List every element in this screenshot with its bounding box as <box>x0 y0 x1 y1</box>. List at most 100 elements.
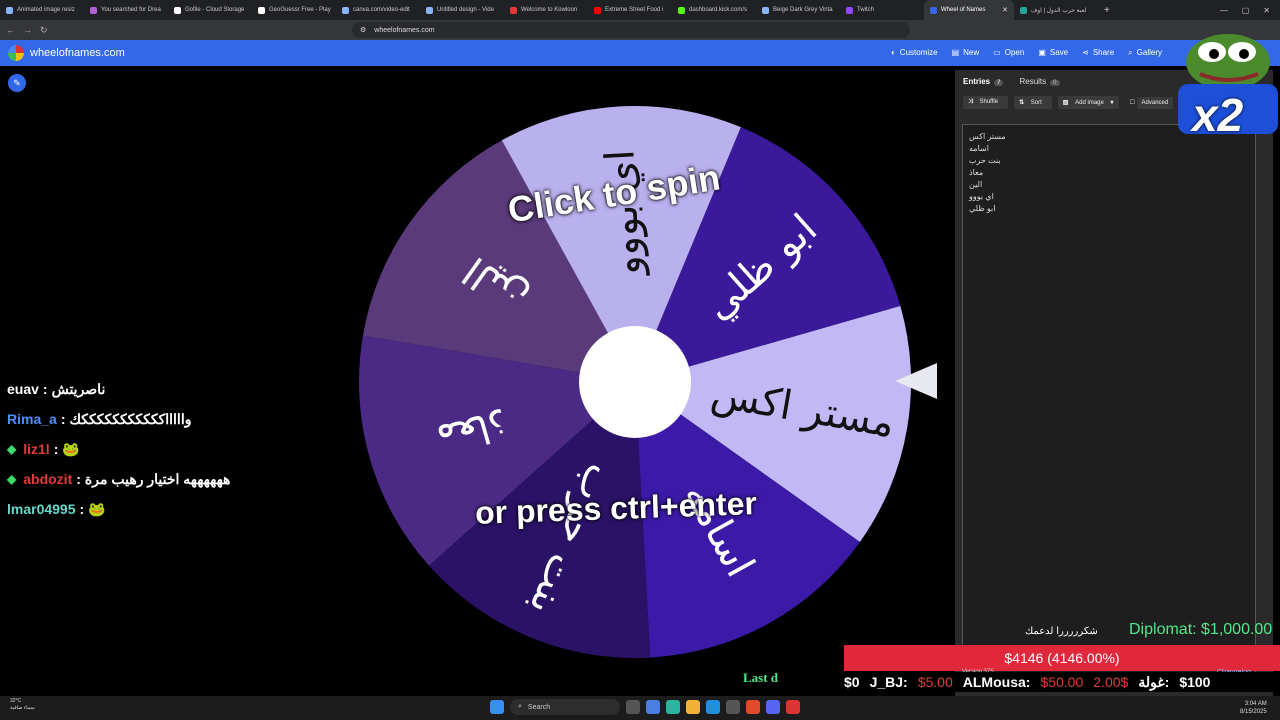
chat-username: lmar04995 <box>7 501 76 517</box>
tab-favicon-icon <box>762 6 769 14</box>
menu-open-button[interactable]: ▭ Open <box>993 48 1024 58</box>
shuffle-icon: ⤨ <box>968 99 973 105</box>
wheel-logo-icon <box>8 45 24 61</box>
reload-icon[interactable]: ↻ <box>40 25 48 36</box>
taskbar-search[interactable]: ⌕ Search <box>510 699 620 715</box>
browser-tab[interactable]: Animated image resiz <box>0 0 84 20</box>
ticker-item: J_BJ: <box>869 674 908 690</box>
close-window-icon[interactable]: ✕ <box>1263 6 1270 15</box>
copilot-icon[interactable] <box>646 700 660 714</box>
tab-favicon-icon <box>846 6 853 14</box>
back-arrow-icon[interactable]: ← <box>6 25 15 35</box>
palette-icon: ◐ <box>890 48 896 57</box>
ticker-item: ALMousa: <box>962 674 1031 690</box>
menu-gallery-button[interactable]: ⌕ Gallery <box>1128 48 1162 58</box>
minimize-icon[interactable]: — <box>1220 6 1228 15</box>
menu-share-button[interactable]: ⋖ Share <box>1082 48 1114 58</box>
chrome-icon[interactable] <box>666 700 680 714</box>
chat-separator: : <box>79 501 85 517</box>
chat-message: Rima_a: واااااكككككككككككك <box>7 404 230 434</box>
brave-icon[interactable] <box>746 700 760 714</box>
obs-icon[interactable] <box>786 700 800 714</box>
browser-tab[interactable]: Untitled design - Vide <box>420 0 504 20</box>
tab-wheel-of-names[interactable]: Wheel of Names ✕ <box>924 0 1014 20</box>
entries-panel: Entries 7 Results 0 ⤨ Shuffle ⇅ Sort ▨ Add… <box>955 70 1273 696</box>
windows-start-icon[interactable] <box>490 700 504 714</box>
browser-tab[interactable]: Twitch <box>840 0 924 20</box>
folder-icon: ▭ <box>993 48 1001 57</box>
new-tab-plus-icon[interactable]: + <box>1098 5 1116 16</box>
browser-tab[interactable]: Beige Dark Grey Vinta <box>756 0 840 20</box>
chat-message: ◆ liz1l: 🐸 <box>7 434 230 464</box>
address-bar[interactable]: ⚙ wheelofnames.com <box>352 22 910 38</box>
task-view-icon[interactable] <box>626 700 640 714</box>
chat-separator: : <box>76 471 81 487</box>
tab-entries[interactable]: Entries 7 <box>963 77 1004 86</box>
tab-favicon-icon <box>342 6 349 14</box>
tab-favicon-icon <box>678 6 685 14</box>
close-tab-icon[interactable]: ✕ <box>1002 6 1008 14</box>
folder-icon[interactable] <box>686 700 700 714</box>
results-count-badge: 0 <box>1050 79 1060 86</box>
diplomat-donation: Diplomat: $1,000.00 <box>1129 621 1273 638</box>
browser-tab[interactable]: Gofile - Cloud Storage <box>168 0 252 20</box>
edit-pencil-icon[interactable]: ✎ <box>8 74 26 92</box>
taskbar-center: ⌕ Search <box>490 699 800 715</box>
browser-tab[interactable]: Welcome to Kowloon <box>504 0 588 20</box>
edge-icon[interactable] <box>706 700 720 714</box>
menu-new-button[interactable]: ▤ New <box>952 48 980 58</box>
entries-count-badge: 7 <box>994 79 1004 86</box>
chat-separator: : <box>42 381 48 397</box>
forward-arrow-icon[interactable]: → <box>23 25 32 35</box>
browser-tab[interactable]: GeoGuessr Free - Play <box>252 0 336 20</box>
browser-tab[interactable]: canva.com/video-edit <box>336 0 420 20</box>
tab-favicon-icon <box>174 6 181 14</box>
app-header: wheelofnames.com ◐ Customize ▤ New ▭ Open ▣ Sav… <box>0 40 1280 66</box>
menu-customize-button[interactable]: ◐ Customize <box>891 48 938 58</box>
add-image-button[interactable]: ▨ Add image ▾ <box>1057 96 1119 109</box>
weather-widget[interactable]: 32°C سماء صافية <box>10 698 35 712</box>
taskbar-clock[interactable]: 3:04 AM 8/15/2025 <box>1240 700 1267 716</box>
chevron-down-icon: ▾ <box>1110 100 1114 106</box>
chat-message: lmar04995: 🐸 <box>7 494 230 524</box>
chat-username: euav <box>7 381 39 397</box>
sort-button[interactable]: ⇅ Sort <box>1014 96 1052 109</box>
multiplier-text: x2 <box>1192 89 1244 141</box>
donation-ticker: $0 J_BJ: $5.00 ALMousa: $50.00 2.00$ غولة: $100 <box>844 672 1280 692</box>
tab-favicon-icon <box>90 6 97 14</box>
chat-separator: : <box>53 441 59 457</box>
chat-message: ◆ abdozit: ههههههه اختيار رهيب مرة <box>7 464 230 494</box>
subscriber-badge-icon: ◆ <box>7 472 17 486</box>
browser-tab[interactable]: Extreme Street Food i <box>588 0 672 20</box>
browser-tab-strip: Animated image resiz You searched for Dre… <box>0 0 1280 20</box>
search-icon: ⌕ <box>518 703 522 710</box>
tab-favicon-icon <box>258 6 265 14</box>
subscriber-badge-icon: ◆ <box>7 442 17 456</box>
game-favicon-icon <box>1020 6 1027 14</box>
entries-textarea[interactable]: مستر اكس اسامه بنت حرب معاذ الين اي بووو… <box>962 124 1256 684</box>
window-controls: — ▢ ✕ <box>1220 6 1280 15</box>
discord-icon[interactable] <box>766 700 780 714</box>
tab-favicon-icon <box>510 6 517 14</box>
site-info-icon[interactable]: ⚙ <box>360 26 366 34</box>
sort-icon: ⇅ <box>1019 100 1025 106</box>
wheel-center-hub[interactable] <box>579 326 691 438</box>
store-icon[interactable] <box>726 700 740 714</box>
ticker-item: $0 <box>844 674 860 690</box>
site-name[interactable]: wheelofnames.com <box>30 47 125 59</box>
tab-results[interactable]: Results 0 <box>1019 77 1060 86</box>
new-file-icon: ▤ <box>951 48 960 57</box>
maximize-icon[interactable]: ▢ <box>1242 6 1250 15</box>
browser-tab[interactable]: You searched for Drea <box>84 0 168 20</box>
wheel-pointer <box>895 363 937 399</box>
search-icon: ⌕ <box>1128 48 1133 57</box>
donation-goal-bar: $4146 (4146.00%) <box>844 645 1280 671</box>
chat-username: abdozit <box>23 471 73 487</box>
chat-text: ناصريتش <box>51 380 106 397</box>
thanks-text: شكرررررا لدعمك <box>1025 626 1098 637</box>
tab-favicon-icon <box>594 6 601 14</box>
browser-tab[interactable]: dashboard.kick.com/s <box>672 0 756 20</box>
tab-war-game[interactable]: لعبة حرب الدول | اوف <box>1014 0 1098 20</box>
menu-save-button[interactable]: ▣ Save <box>1038 48 1068 58</box>
shuffle-button[interactable]: ⤨ Shuffle <box>963 96 1009 109</box>
